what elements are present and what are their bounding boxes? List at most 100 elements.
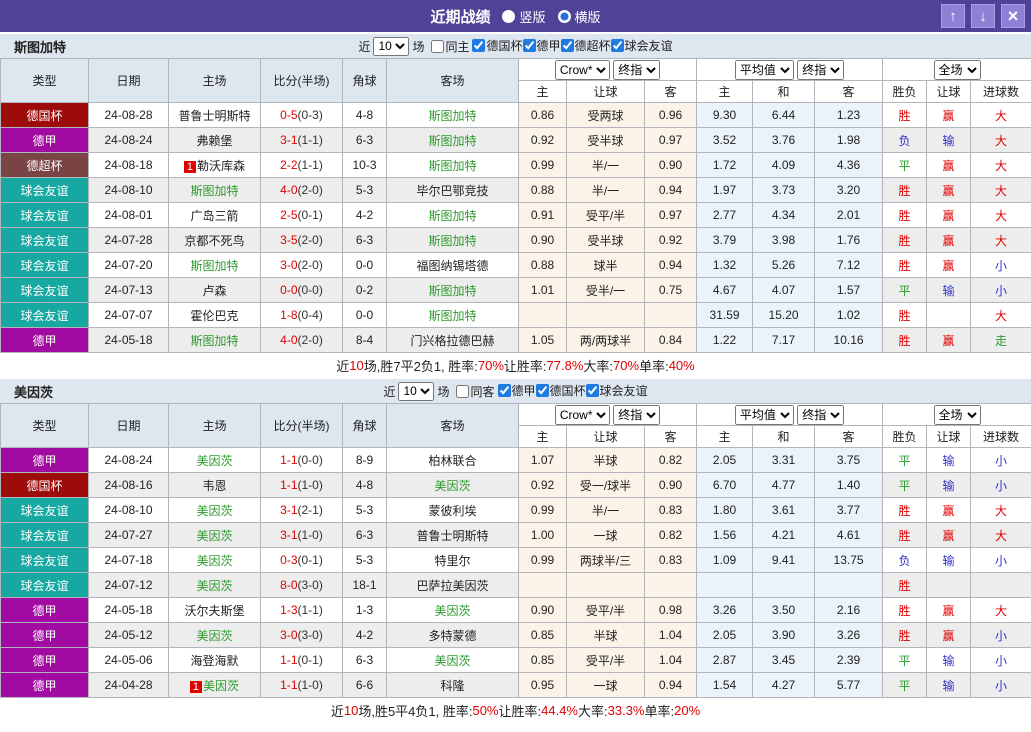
close-button[interactable]: × [1001, 4, 1025, 28]
league-filter-checkbox[interactable]: 德超杯 [561, 37, 611, 54]
layout-horizontal-label[interactable]: 横版 [575, 7, 601, 26]
match-result: 胜 [883, 498, 927, 523]
home-team: 京都不死鸟 [169, 228, 261, 253]
col-crow-away: 客 [645, 81, 697, 103]
full-match-select[interactable]: 全场 [934, 60, 981, 80]
handicap-line: 受平/半 [567, 648, 645, 673]
home-team-name: 韦恩 [202, 479, 226, 493]
col-type: 类型 [1, 404, 89, 448]
crow-odds-header: Crow* 终指 [519, 59, 697, 81]
league-type-badge: 球会友谊 [1, 523, 89, 548]
league-filter-input[interactable] [523, 39, 536, 52]
crow-home-odds: 1.00 [519, 523, 567, 548]
away-team: 科隆 [387, 673, 519, 698]
move-up-button[interactable]: ↑ [941, 4, 965, 28]
league-type-badge: 球会友谊 [1, 498, 89, 523]
home-team: 美因茨 [169, 573, 261, 598]
league-filter-checkbox[interactable]: 德甲 [498, 382, 536, 399]
summary-segment: 近 [336, 356, 349, 375]
home-team-name: 弗赖堡 [196, 134, 232, 148]
league-filter-checkbox[interactable]: 德甲 [523, 37, 561, 54]
summary-segment: 让胜率: [499, 701, 542, 720]
full-time-score: 2-2 [280, 158, 297, 172]
summary-segment: 77.8% [547, 358, 584, 373]
full-time-score: 3-0 [280, 258, 297, 272]
final-odds-select[interactable]: 终指 [613, 405, 660, 425]
same-venue-checkbox[interactable]: 同主 [427, 38, 469, 55]
match-date: 24-07-27 [89, 523, 169, 548]
match-row: 球会友谊24-07-27美因茨3-1(1-0)6-3普鲁士明斯特1.00一球0.… [1, 523, 1031, 548]
match-row: 德甲24-05-18斯图加特4-0(2-0)8-4门兴格拉德巴赫1.05两/两球… [1, 328, 1031, 353]
half-time-score: (0-0) [298, 283, 323, 297]
crow-odds-select[interactable]: Crow* [555, 60, 610, 80]
match-date: 24-05-12 [89, 623, 169, 648]
home-team-name: 京都不死鸟 [184, 234, 244, 248]
final-odds-select-2[interactable]: 终指 [797, 60, 844, 80]
league-filter-input[interactable] [561, 39, 574, 52]
goals-result: 小 [971, 473, 1031, 498]
crow-odds-select[interactable]: Crow* [555, 405, 610, 425]
same-venue-input[interactable] [456, 385, 469, 398]
summary-segment: 大率: [578, 701, 608, 720]
score: 3-1(2-1) [261, 498, 343, 523]
away-team: 斯图加特 [387, 103, 519, 128]
avg-odds-header: 平均值 终指 [697, 59, 883, 81]
layout-horizontal-radio[interactable] [558, 10, 571, 23]
page-title: 近期战绩 [430, 6, 490, 27]
layout-vertical-label[interactable]: 竖版 [519, 7, 545, 26]
league-filter-input[interactable] [611, 39, 624, 52]
same-venue-input[interactable] [431, 40, 444, 53]
recent-count-select[interactable]: 10 [398, 382, 434, 401]
col-handicap: 让球 [567, 426, 645, 448]
layout-vertical-radio[interactable] [502, 10, 515, 23]
home-team: 美因茨 [169, 548, 261, 573]
league-filter-checkbox[interactable]: 德国杯 [536, 382, 586, 399]
avg-draw-odds: 4.27 [753, 673, 815, 698]
col-home: 主场 [169, 404, 261, 448]
summary-segment: 大率: [583, 356, 613, 375]
full-time-score: 1-8 [280, 308, 297, 322]
move-down-button[interactable]: ↓ [971, 4, 995, 28]
match-row: 球会友谊24-07-28京都不死鸟3-5(2-0)6-3斯图加特0.90受半球0… [1, 228, 1031, 253]
home-team-name: 美因茨 [203, 679, 239, 693]
away-team: 巴萨拉美因茨 [387, 573, 519, 598]
match-row: 德甲24-05-12美因茨3-0(3-0)4-2多特蒙德0.85半球1.042.… [1, 623, 1031, 648]
same-venue-checkbox[interactable]: 同客 [452, 383, 494, 400]
col-avg-away: 客 [815, 81, 883, 103]
away-team: 普鲁士明斯特 [387, 523, 519, 548]
league-filter-input[interactable] [586, 384, 599, 397]
final-odds-select[interactable]: 终指 [613, 60, 660, 80]
away-team-name: 斯图加特 [428, 309, 476, 323]
crow-away-odds: 0.90 [645, 153, 697, 178]
handicap-line: 球半 [567, 253, 645, 278]
avg-odds-select[interactable]: 平均值 [735, 405, 794, 425]
recent-count-select[interactable]: 10 [373, 37, 409, 56]
corner-count: 6-3 [343, 523, 387, 548]
handicap-line: 一球 [567, 523, 645, 548]
away-team: 毕尔巴鄂竞技 [387, 178, 519, 203]
final-odds-select-2[interactable]: 终指 [797, 405, 844, 425]
league-filter-checkbox[interactable]: 球会友谊 [611, 37, 673, 54]
avg-odds-select[interactable]: 平均值 [735, 60, 794, 80]
match-row: 德甲24-08-24弗赖堡3-1(1-1)6-3斯图加特0.92受半球0.973… [1, 128, 1031, 153]
full-match-header: 全场 [883, 404, 1031, 426]
home-team-name: 美因茨 [196, 529, 232, 543]
league-filter-checkbox[interactable]: 德国杯 [472, 37, 522, 54]
avg-home-odds: 1.32 [697, 253, 753, 278]
match-result: 胜 [883, 328, 927, 353]
score: 1-1(0-1) [261, 648, 343, 673]
league-filter-input[interactable] [536, 384, 549, 397]
col-goals: 进球数 [971, 426, 1031, 448]
section-bar-mainz: 美因茨 近 10 场 同客 德甲德国杯球会友谊 [0, 377, 1031, 403]
league-filter-input[interactable] [472, 39, 485, 52]
avg-home-odds: 3.26 [697, 598, 753, 623]
handicap-result: 赢 [927, 328, 971, 353]
full-match-select[interactable]: 全场 [934, 405, 981, 425]
league-filter-checkbox[interactable]: 球会友谊 [586, 382, 648, 399]
corner-count: 1-3 [343, 598, 387, 623]
match-row: 球会友谊24-08-10美因茨3-1(2-1)5-3蒙彼利埃0.99半/一0.8… [1, 498, 1031, 523]
match-result: 负 [883, 548, 927, 573]
home-team: 普鲁士明斯特 [169, 103, 261, 128]
handicap-result: 赢 [927, 178, 971, 203]
league-filter-input[interactable] [498, 384, 511, 397]
